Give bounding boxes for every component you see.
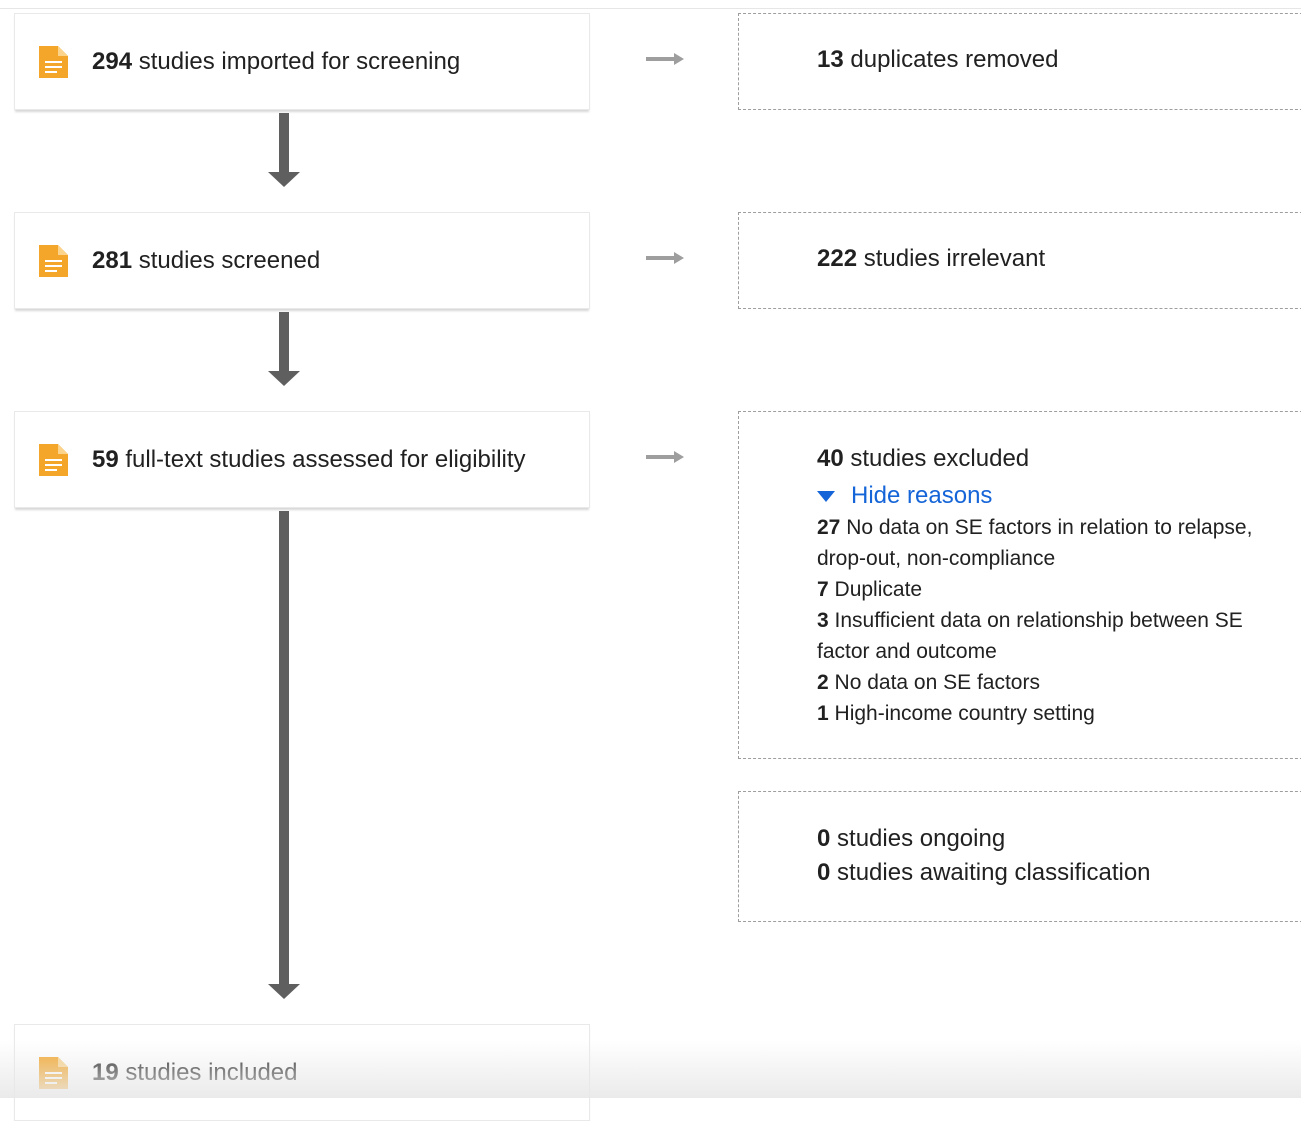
reason-text: High-income country setting (834, 702, 1095, 725)
stage-count: 19 (92, 1058, 119, 1086)
reason-count: 7 (817, 578, 829, 601)
arrow-right-icon (646, 252, 684, 264)
duplicates-text: duplicates removed (850, 46, 1059, 73)
excluded-count: 40 (817, 445, 844, 472)
stage-count: 281 (92, 246, 133, 274)
ongoing-text: studies ongoing (837, 825, 1006, 852)
stage-screened: 281 studies screened (14, 212, 590, 309)
ongoing-count: 0 (817, 825, 831, 852)
reason-text: No data on SE factors (834, 671, 1040, 694)
stage-label: 281 studies screened (92, 247, 320, 275)
hide-reasons-toggle[interactable]: Hide reasons (817, 482, 992, 510)
list-item: 7 Duplicate (817, 574, 1277, 605)
stage-imported: 294 studies imported for screening (14, 13, 590, 110)
arrow-down-icon (268, 984, 300, 999)
list-item: 27 No data on SE factors in relation to … (817, 512, 1277, 574)
stage-full-text: 59 full-text studies assessed for eligib… (14, 411, 590, 508)
irrelevant-count: 222 (817, 245, 858, 272)
reason-text: Insufficient data on relationship betwee… (817, 609, 1243, 663)
document-icon (39, 443, 68, 476)
arrow-right-icon (646, 53, 684, 65)
irrelevant-text: studies irrelevant (863, 245, 1046, 272)
stage-label: 19 studies included (92, 1059, 298, 1087)
duplicates-count: 13 (817, 46, 844, 73)
stage-text: studies screened (138, 246, 321, 274)
arrow-down-icon (268, 172, 300, 187)
ongoing-label: 0 studies ongoing (817, 825, 1005, 853)
duplicates-label: 13 duplicates removed (817, 46, 1059, 74)
duplicates-box: 13 duplicates removed (738, 13, 1301, 110)
document-icon (39, 45, 68, 78)
flow-arrow-shaft (279, 511, 289, 984)
reason-count: 2 (817, 671, 829, 694)
awaiting-text: studies awaiting classification (837, 859, 1151, 886)
reason-count: 27 (817, 516, 841, 539)
triangle-down-icon (817, 490, 835, 502)
stage-included: 19 studies included (14, 1024, 590, 1121)
list-item: 3 Insufficient data on relationship betw… (817, 605, 1277, 667)
stage-count: 294 (92, 47, 133, 75)
reason-text: No data on SE factors in relation to rel… (817, 516, 1253, 570)
hide-reasons-label: Hide reasons (851, 482, 993, 509)
flow-arrow-shaft (279, 312, 289, 371)
reason-text: Duplicate (834, 578, 923, 601)
top-divider (0, 8, 1301, 9)
stage-label: 59 full-text studies assessed for eligib… (92, 446, 526, 474)
irrelevant-box: 222 studies irrelevant (738, 212, 1301, 309)
excluded-box: 40 studies excluded Hide reasons 27 No d… (738, 411, 1301, 759)
stage-label: 294 studies imported for screening (92, 48, 460, 76)
list-item: 1 High-income country setting (817, 698, 1277, 729)
excluded-label: 40 studies excluded (817, 445, 1029, 473)
stage-text: studies included (125, 1058, 298, 1086)
document-icon (39, 1056, 68, 1089)
stage-count: 59 (92, 445, 119, 473)
reason-count: 1 (817, 702, 829, 725)
ongoing-box: 0 studies ongoing 0 studies awaiting cla… (738, 791, 1301, 922)
flow-arrow-shaft (279, 113, 289, 172)
exclusion-reasons-list: 27 No data on SE factors in relation to … (817, 512, 1277, 729)
stage-text: studies imported for screening (138, 47, 461, 75)
excluded-text: studies excluded (850, 445, 1030, 472)
awaiting-label: 0 studies awaiting classification (817, 859, 1151, 887)
awaiting-count: 0 (817, 859, 831, 886)
arrow-right-icon (646, 451, 684, 463)
list-item: 2 No data on SE factors (817, 667, 1277, 698)
reason-count: 3 (817, 609, 829, 632)
arrow-down-icon (268, 371, 300, 386)
stage-text: full-text studies assessed for eligibili… (125, 445, 526, 473)
document-icon (39, 244, 68, 277)
irrelevant-label: 222 studies irrelevant (817, 245, 1045, 273)
